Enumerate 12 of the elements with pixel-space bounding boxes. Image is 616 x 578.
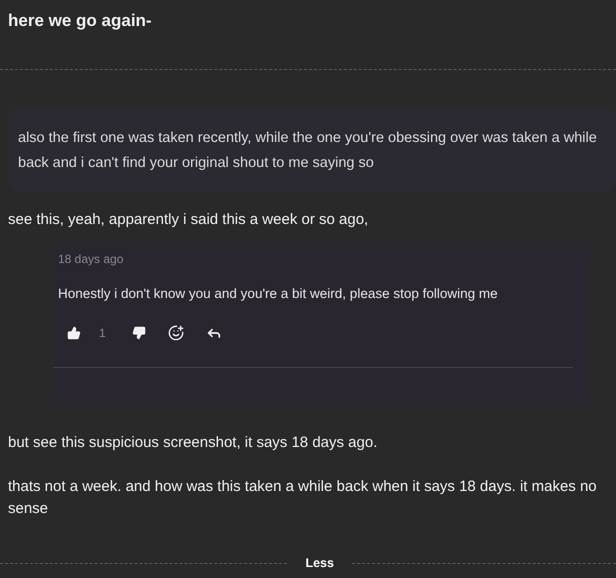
add-reaction-icon[interactable] [168,325,184,341]
paragraph: see this, yeah, apparently i said this a week or so ago, [7,210,370,230]
thumbs-up-icon[interactable] [67,326,81,340]
thumbs-down-icon[interactable] [132,326,146,340]
paragraph: thats not a week. and how was this taken a while back when it says 18 days. it makes no sense [7,477,598,519]
post-title: here we go again- [7,10,153,32]
paragraph: but see this suspicious screenshot, it says 18 days ago. [7,433,378,453]
less-button[interactable]: Less [287,556,352,570]
comment-text: Honestly i don't know you and you're a bit weird, please stop following me [57,286,499,301]
quoted-text: also the first one was taken recently, while the one you're obessing over was taken a while back and i can't find your original shout to me saying so [8,109,616,191]
timestamp: 18 days ago [57,252,124,266]
like-count: 1 [99,326,106,340]
